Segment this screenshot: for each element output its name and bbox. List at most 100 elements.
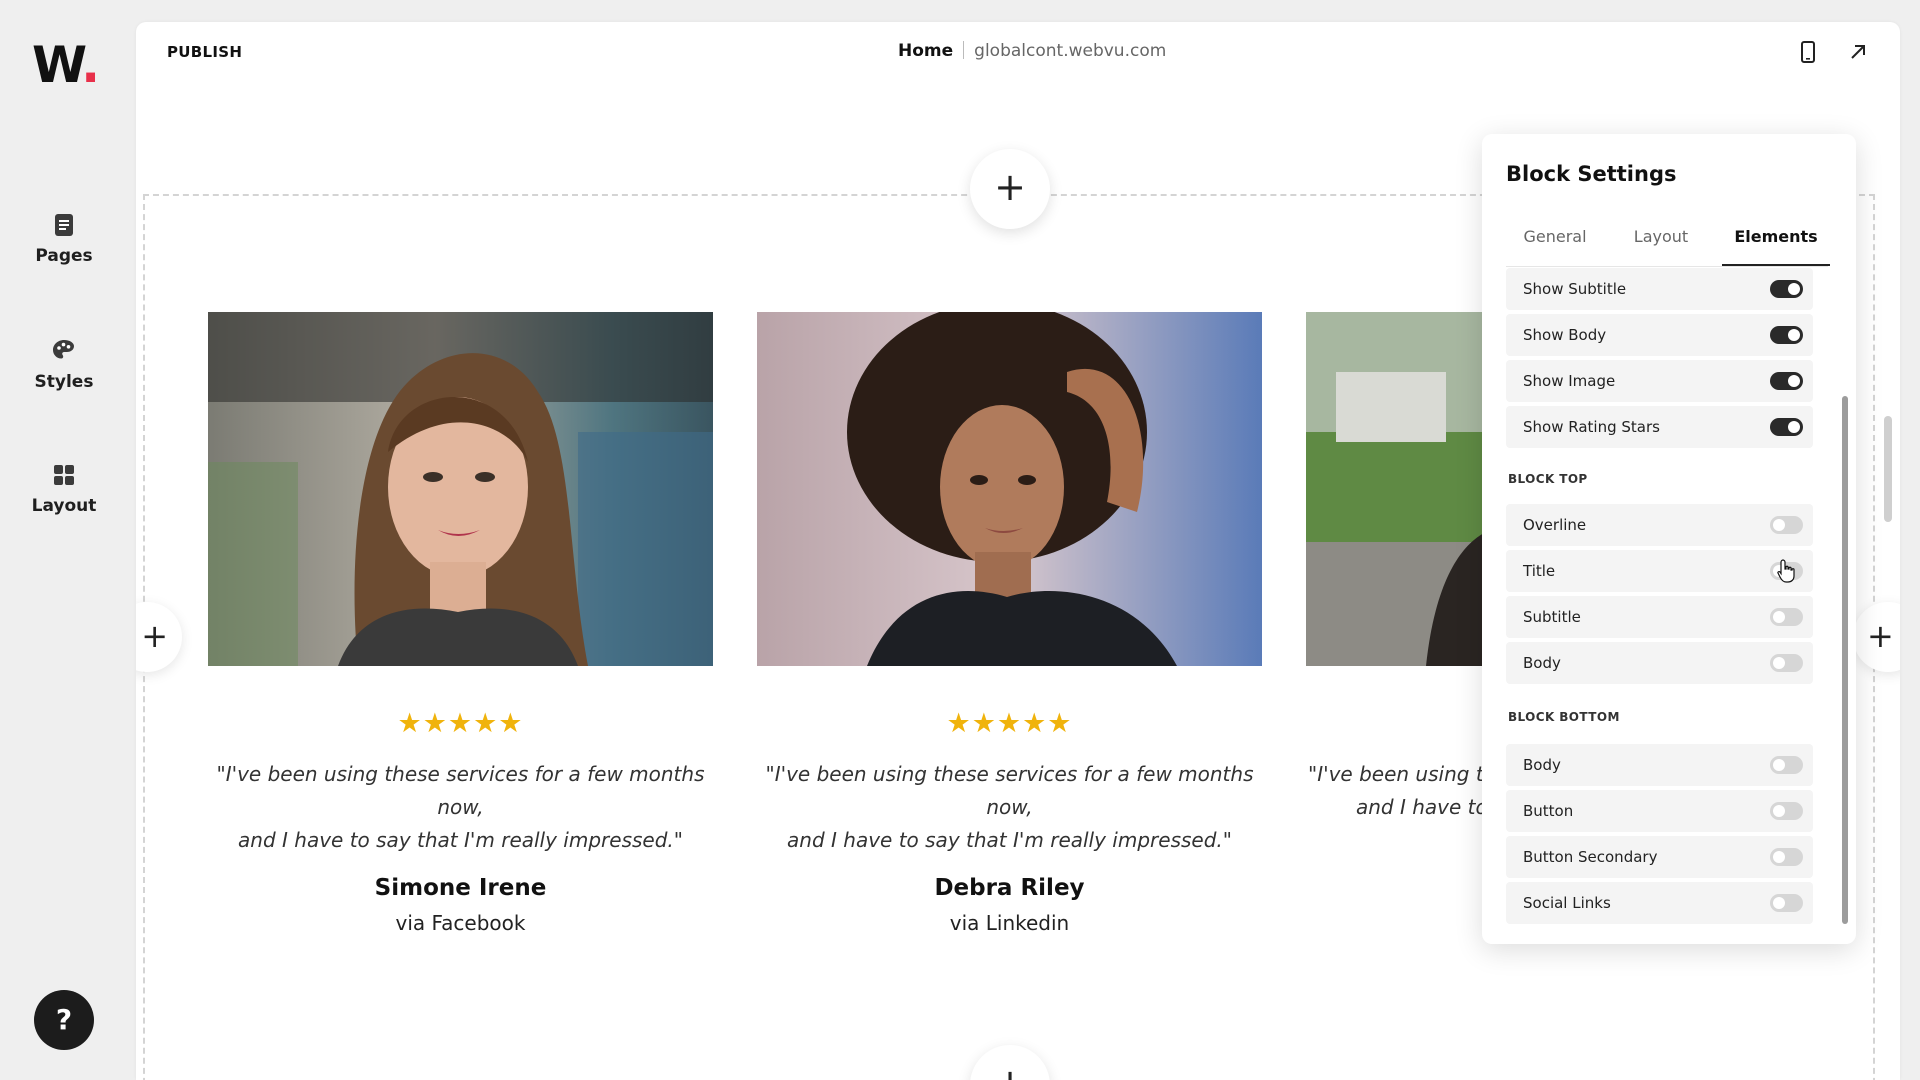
toggle-knob bbox=[1773, 565, 1785, 577]
testimonial-quote: "I've been using these services for a fe… bbox=[208, 758, 713, 857]
toggle-knob bbox=[1773, 611, 1785, 623]
testimonial-photo bbox=[757, 302, 1262, 666]
setting-label: Social Links bbox=[1523, 894, 1611, 912]
sidebar-item-pages[interactable]: Pages bbox=[0, 212, 128, 266]
testimonial-name: Debra Riley bbox=[934, 875, 1085, 901]
testimonial-card[interactable]: ★★★★★ "I've been using these services fo… bbox=[208, 312, 713, 935]
testimonial-source: via Facebook bbox=[395, 911, 526, 935]
panel-scrollbar[interactable] bbox=[1842, 396, 1848, 924]
setting-label: Button bbox=[1523, 802, 1574, 820]
webvu-logo[interactable]: W. bbox=[32, 40, 112, 90]
quote-line: and I have to say that I'm really impres… bbox=[787, 828, 1232, 852]
overline-toggle[interactable] bbox=[1770, 516, 1803, 534]
breadcrumb-home[interactable]: Home bbox=[898, 41, 953, 61]
setting-row-bottom-body: Body bbox=[1506, 744, 1813, 786]
rating-stars: ★★★★★ bbox=[946, 708, 1073, 739]
toggle-knob bbox=[1773, 851, 1785, 863]
setting-label: Subtitle bbox=[1523, 608, 1581, 626]
mobile-preview-icon[interactable] bbox=[1796, 40, 1820, 64]
setting-row-show-rating-stars: Show Rating Stars bbox=[1506, 406, 1813, 448]
setting-label: Show Subtitle bbox=[1523, 280, 1627, 298]
block-settings-panel: Block Settings General Layout Elements S… bbox=[1482, 134, 1856, 944]
toggle-knob bbox=[1773, 805, 1785, 817]
testimonial-photo bbox=[1306, 312, 1486, 666]
setting-label: Body bbox=[1523, 756, 1561, 774]
show-rating-stars-toggle[interactable] bbox=[1770, 418, 1803, 436]
setting-row-subtitle: Subtitle bbox=[1506, 596, 1813, 638]
help-button[interactable]: ? bbox=[34, 990, 94, 1050]
setting-row-social-links: Social Links bbox=[1506, 882, 1813, 924]
breadcrumb-divider bbox=[963, 41, 965, 59]
block-bottom-heading: BLOCK BOTTOM bbox=[1508, 710, 1620, 724]
sidebar-item-styles[interactable]: Styles bbox=[0, 338, 128, 392]
sidebar-item-layout[interactable]: Layout bbox=[0, 462, 128, 516]
rating-stars-hidden bbox=[1306, 708, 1486, 740]
setting-row-show-subtitle: Show Subtitle bbox=[1506, 268, 1813, 310]
button-toggle[interactable] bbox=[1770, 802, 1803, 820]
quote-line: and I have to say that I'm really impres… bbox=[238, 828, 683, 852]
tab-general[interactable]: General bbox=[1506, 224, 1604, 266]
setting-row-show-image: Show Image bbox=[1506, 360, 1813, 402]
setting-row-body: Body bbox=[1506, 642, 1813, 684]
layout-grid-icon bbox=[54, 465, 74, 485]
quote-line: "I've been using these services for a fe… bbox=[765, 762, 1254, 819]
setting-row-button-secondary: Button Secondary bbox=[1506, 836, 1813, 878]
subtitle-toggle[interactable] bbox=[1770, 608, 1803, 626]
setting-label: Show Body bbox=[1523, 326, 1607, 344]
setting-row-button: Button bbox=[1506, 790, 1813, 832]
open-external-icon[interactable] bbox=[1846, 40, 1870, 64]
testimonial-name: Simone Irene bbox=[374, 875, 547, 901]
breadcrumb: Home globalcont.webvu.com bbox=[898, 41, 1166, 61]
top-bar: PUBLISH Home globalcont.webvu.com bbox=[136, 22, 1900, 82]
page-scrollbar[interactable] bbox=[1884, 416, 1892, 522]
bottom-body-toggle[interactable] bbox=[1770, 756, 1803, 774]
tab-layout[interactable]: Layout bbox=[1612, 224, 1710, 266]
toggle-knob bbox=[1788, 375, 1800, 387]
toggle-knob bbox=[1773, 897, 1785, 909]
quote-line: "I've been using the bbox=[1308, 762, 1486, 786]
setting-row-show-body: Show Body bbox=[1506, 314, 1813, 356]
testimonial-quote: "I've been using these services for a fe… bbox=[757, 758, 1262, 857]
setting-label: Show Image bbox=[1523, 372, 1616, 390]
toggle-knob bbox=[1788, 283, 1800, 295]
left-sidebar: W. Pages Styles Layout ? bbox=[0, 0, 136, 1080]
toggle-knob bbox=[1788, 421, 1800, 433]
block-top-heading: BLOCK TOP bbox=[1508, 472, 1588, 486]
setting-label: Button Secondary bbox=[1523, 848, 1658, 866]
testimonial-card[interactable]: "I've been using the and I have to bbox=[1306, 312, 1486, 824]
show-body-toggle[interactable] bbox=[1770, 326, 1803, 344]
panel-title: Block Settings bbox=[1506, 162, 1677, 186]
setting-label: Title bbox=[1523, 562, 1556, 580]
toggle-knob bbox=[1773, 657, 1785, 669]
sidebar-item-label: Layout bbox=[31, 496, 97, 516]
setting-row-title: Title bbox=[1506, 550, 1813, 592]
setting-label: Show Rating Stars bbox=[1523, 418, 1660, 436]
publish-button[interactable]: PUBLISH bbox=[167, 43, 242, 61]
show-image-toggle[interactable] bbox=[1770, 372, 1803, 390]
sidebar-item-label: Styles bbox=[34, 372, 94, 392]
title-toggle[interactable] bbox=[1770, 562, 1803, 580]
show-subtitle-toggle[interactable] bbox=[1770, 280, 1803, 298]
setting-label: Overline bbox=[1523, 516, 1587, 534]
toggle-knob bbox=[1773, 519, 1785, 531]
button-secondary-toggle[interactable] bbox=[1770, 848, 1803, 866]
tab-elements[interactable]: Elements bbox=[1722, 224, 1830, 266]
toggle-knob bbox=[1773, 759, 1785, 771]
add-block-above-button[interactable]: + bbox=[970, 149, 1050, 229]
panel-tabs: General Layout Elements bbox=[1482, 224, 1856, 266]
toggle-knob bbox=[1788, 329, 1800, 341]
testimonial-quote: "I've been using the and I have to bbox=[1308, 758, 1486, 824]
rating-stars: ★★★★★ bbox=[397, 708, 524, 739]
setting-label: Body bbox=[1523, 654, 1561, 672]
quote-line: and I have to bbox=[1356, 795, 1486, 819]
site-url: globalcont.webvu.com bbox=[974, 41, 1167, 61]
testimonial-card[interactable]: ★★★★★ "I've been using these services fo… bbox=[757, 302, 1262, 935]
setting-row-overline: Overline bbox=[1506, 504, 1813, 546]
testimonial-source: via Linkedin bbox=[949, 911, 1070, 935]
quote-line: "I've been using these services for a fe… bbox=[216, 762, 705, 819]
tabs-divider bbox=[1506, 266, 1828, 267]
body-toggle[interactable] bbox=[1770, 654, 1803, 672]
sidebar-item-label: Pages bbox=[35, 246, 93, 266]
pages-icon bbox=[55, 214, 73, 236]
social-links-toggle[interactable] bbox=[1770, 894, 1803, 912]
